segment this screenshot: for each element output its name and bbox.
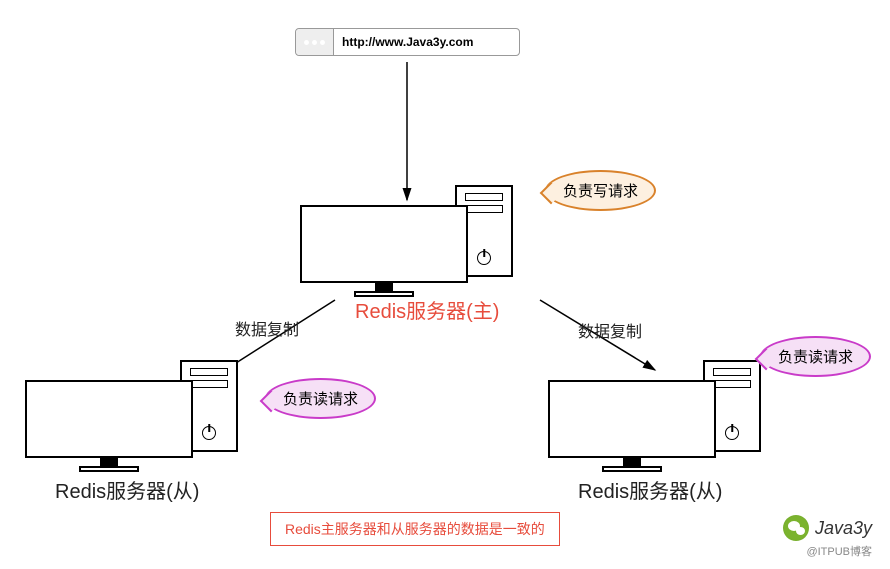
master-label: Redis服务器(主): [355, 295, 499, 324]
wechat-icon: [783, 515, 809, 541]
edge-left-label: 数据复制: [235, 316, 299, 340]
slave-left-label: Redis服务器(从): [55, 475, 199, 504]
slave-right-bubble: 负责读请求: [760, 336, 871, 377]
slave-left-bubble-text: 负责读请求: [283, 391, 358, 408]
master-bubble-text: 负责写请求: [563, 183, 638, 200]
slave-left-bubble: 负责读请求: [265, 378, 376, 419]
watermark-logo: Java3y: [783, 515, 872, 541]
watermark-source: @ITPUB博客: [806, 543, 872, 559]
slave-right-label: Redis服务器(从): [578, 475, 722, 504]
watermark-name: Java3y: [815, 518, 872, 539]
url-text: http://www.Java3y.com: [334, 35, 473, 49]
edge-right-label: 数据复制: [578, 318, 642, 342]
url-bar: http://www.Java3y.com: [295, 28, 520, 56]
browser-dots-icon: [296, 29, 334, 55]
consistency-note: Redis主服务器和从服务器的数据是一致的: [270, 512, 560, 546]
slave-right-bubble-text: 负责读请求: [778, 349, 853, 366]
master-bubble: 负责写请求: [545, 170, 656, 211]
